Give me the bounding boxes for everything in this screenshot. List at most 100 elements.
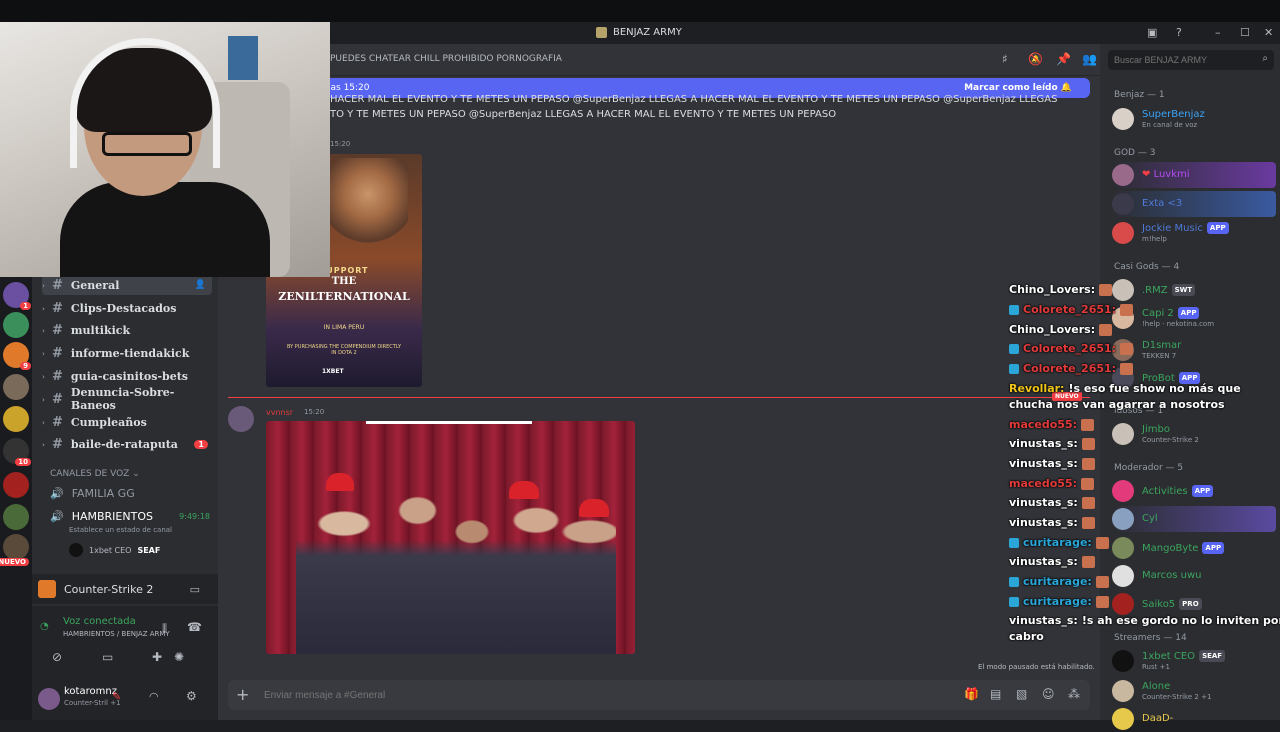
screen-share-icon[interactable]: ▭ <box>190 583 200 596</box>
inbox-icon[interactable]: ▣ <box>1147 26 1157 39</box>
server-icon-7[interactable] <box>3 472 29 498</box>
server-icon-5[interactable] <box>3 406 29 432</box>
member-item[interactable]: MangoByte APP <box>1112 535 1276 561</box>
member-item[interactable]: Activities APP <box>1112 478 1276 504</box>
member-item[interactable]: DaaD- <box>1112 706 1276 732</box>
overlay-chat-line: Chino_Lovers: <box>1009 283 1113 296</box>
member-item[interactable]: Alone Counter-Strike 2 +1 <box>1112 678 1276 704</box>
member-item[interactable]: Jockie Music APP m!help <box>1112 220 1276 246</box>
activity-panel[interactable]: Counter-Strike 2 ▭ <box>32 574 218 604</box>
activities-icon[interactable]: ✚ <box>152 650 162 664</box>
overlay-chat-user: Revollar: <box>1009 382 1065 395</box>
member-item[interactable]: Cyl <box>1112 506 1276 532</box>
channel-topic[interactable]: PUEDES CHATEAR CHILL PROHIBIDO PORNOGRAF… <box>330 54 562 64</box>
maximize-button[interactable]: ☐ <box>1240 26 1250 39</box>
badge-icon <box>1009 596 1019 607</box>
message-author[interactable]: vvnnsr <box>266 408 293 417</box>
member-item[interactable]: Capi 2 APP !help · nekotina.com <box>1112 305 1276 331</box>
emoji-icon[interactable]: ☺ <box>1042 687 1055 701</box>
minimize-button[interactable]: – <box>1215 26 1221 39</box>
server-icon-2[interactable] <box>3 312 29 338</box>
gear-icon[interactable]: ⚙ <box>186 689 197 703</box>
search-icon: ⌕ <box>1262 53 1268 64</box>
channel-cumpleanos[interactable]: › # Cumpleaños <box>42 412 212 432</box>
server-icon-9[interactable]: NUEVO <box>0 534 29 566</box>
chevron-right-icon: › <box>42 394 45 404</box>
channel-guia-casinitos-bets[interactable]: › # guia-casinitos-bets <box>42 366 212 386</box>
member-group-header: Streamers — 14 <box>1114 633 1187 643</box>
voice-category-header[interactable]: CANALES DE VOZ ⌄ <box>50 469 140 479</box>
emote-icon <box>1081 496 1095 509</box>
overlay-chat-user: Chino_Lovers: <box>1009 323 1096 336</box>
member-item[interactable]: SuperBenjaz En canal de voz <box>1112 106 1276 132</box>
channel-multikick[interactable]: › # multikick <box>42 320 212 340</box>
server-icon-3[interactable]: 9 <box>3 342 31 370</box>
overlay-chat-line: Colorete_2651: <box>1009 342 1134 355</box>
overlay-chat-line: macedo55: <box>1009 477 1095 490</box>
voice-channel-status[interactable]: Establece un estado de canal <box>69 526 172 534</box>
disconnect-icon[interactable]: ☎ <box>187 620 202 634</box>
chevron-right-icon: › <box>42 348 45 358</box>
hash-icon: # <box>52 300 63 316</box>
members-icon[interactable]: 👥 <box>1082 52 1097 66</box>
member-item[interactable]: Jimbo Counter-Strike 2 <box>1112 421 1276 447</box>
channel-general[interactable]: › # General 👤 <box>42 275 212 295</box>
apps-icon[interactable]: ⁂ <box>1068 687 1080 701</box>
threads-icon[interactable]: ♯ <box>1002 52 1008 66</box>
noise-icon[interactable]: ⫼ <box>162 622 167 636</box>
close-button[interactable]: ✕ <box>1264 26 1273 39</box>
sticker-icon[interactable]: ▧ <box>1016 687 1027 701</box>
member-item[interactable]: ❤ Luvkmi <box>1112 162 1276 188</box>
avatar <box>69 543 83 557</box>
voice-location[interactable]: HAMBRIENTOS / BENJAZ ARMY <box>63 630 170 638</box>
member-item[interactable]: 1xbet CEO SEAF Rust +1 <box>1112 648 1276 674</box>
server-icon-6[interactable]: 10 <box>3 438 31 466</box>
channel-denuncia-sobre-baneos[interactable]: › # Denuncia-Sobre-Baneos <box>42 386 212 412</box>
camera-off-icon[interactable]: ⊘ <box>52 650 62 664</box>
mic-muted-icon[interactable]: ✎ <box>112 690 121 703</box>
channel-informe-tiendakick[interactable]: › # informe-tiendakick <box>42 343 212 363</box>
help-icon[interactable]: ? <box>1176 26 1182 39</box>
voice-status[interactable]: Voz conectada <box>63 616 136 627</box>
member-item[interactable]: D1smar TEKKEN 7 <box>1112 337 1276 363</box>
server-icon-1[interactable]: 1 <box>3 282 31 310</box>
avatar[interactable] <box>38 688 60 710</box>
headphones-icon[interactable]: ◠ <box>149 690 159 703</box>
add-member-icon[interactable]: 👤 <box>195 280 206 290</box>
member-item[interactable]: .RMZ SWT <box>1112 277 1276 303</box>
overlay-chat-line: vinustas_s: <box>1009 516 1095 529</box>
hash-icon: # <box>52 391 63 407</box>
member-item[interactable]: Exta <3 <box>1112 191 1276 217</box>
christmas-photo[interactable] <box>266 421 635 654</box>
hash-icon: # <box>52 322 63 338</box>
avatar <box>1112 565 1134 587</box>
poster-person <box>328 158 408 262</box>
emote-icon <box>1081 457 1095 470</box>
share-screen-icon[interactable]: ▭ <box>102 650 113 664</box>
overlay-chat-user: macedo55: <box>1009 477 1078 490</box>
voice-user[interactable]: 1xbet CEO SEAF <box>69 543 160 557</box>
member-item[interactable]: Marcos uwu <box>1112 563 1276 589</box>
add-attachment-icon[interactable]: + <box>236 685 249 704</box>
pin-icon[interactable]: 📌 <box>1056 52 1071 66</box>
message-input[interactable] <box>264 687 864 703</box>
overlay-chat-user: vinustas_s: <box>1009 614 1078 627</box>
gift-icon[interactable]: 🎁 <box>964 687 979 701</box>
channel-clips-destacados[interactable]: › # Clips-Destacados <box>42 298 212 318</box>
notification-icon[interactable]: 🔕 <box>1028 52 1043 66</box>
santa-hat <box>579 499 609 517</box>
avatar[interactable] <box>228 406 254 432</box>
mark-read-button[interactable]: Marcar como leído 🔔 <box>964 83 1072 93</box>
gif-icon[interactable]: ▤ <box>990 687 1001 701</box>
username[interactable]: kotaromnz <box>64 686 117 697</box>
channel-baile-de-rataputa[interactable]: › # baile-de-rataputa 1 <box>42 434 212 454</box>
search-bar[interactable]: ⌕ <box>1108 50 1274 70</box>
webcam-person-body <box>60 182 270 277</box>
voice-channel-familia-gg[interactable]: 🔊 FAMILIA GG <box>50 487 135 500</box>
search-input[interactable] <box>1114 53 1244 67</box>
game-icon <box>38 580 56 598</box>
soundboard-icon[interactable]: ✺ <box>174 650 184 664</box>
voice-channel-hambrientos[interactable]: 🔊 HAMBRIENTOS 9:49:18 <box>50 510 210 523</box>
server-icon-8[interactable] <box>3 504 29 530</box>
server-icon-4[interactable] <box>3 374 29 400</box>
